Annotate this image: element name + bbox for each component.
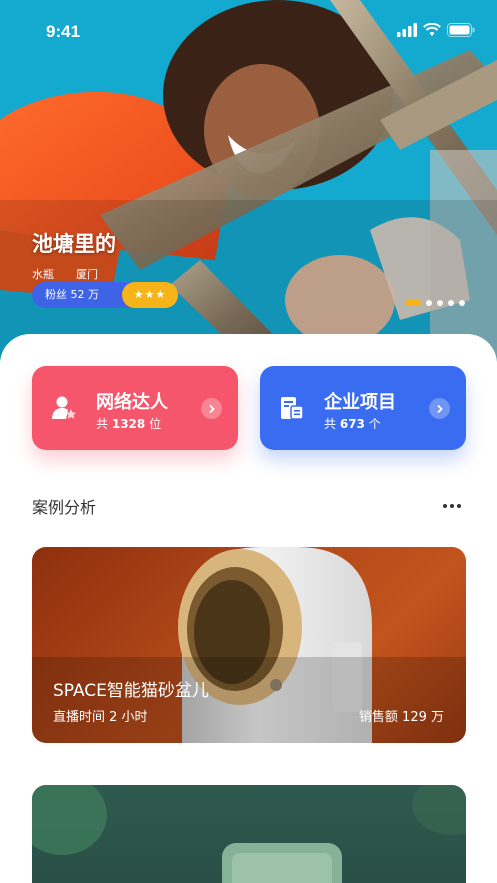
product-image — [32, 785, 466, 883]
card-count: 共 673 个 — [324, 417, 381, 431]
user-star-icon — [52, 396, 77, 419]
star-rating-badge: ★★★ — [122, 282, 178, 308]
case-card[interactable]: SPACE智能猫砂盆儿 直播时间 2 小时 销售额 129 万 — [32, 547, 466, 743]
status-icons — [397, 23, 475, 37]
influencer-category-card[interactable]: 网络达人 共 1328 位 — [32, 366, 238, 450]
status-bar: 9:41 — [0, 0, 497, 62]
case-card[interactable] — [32, 785, 466, 883]
carousel-dot[interactable] — [405, 300, 421, 306]
tag-city: 厦门 — [76, 268, 98, 281]
chevron-right-icon[interactable] — [201, 398, 222, 419]
more-options-icon[interactable] — [440, 500, 464, 512]
case-sales: 销售额 129 万 — [358, 710, 444, 725]
influencer-name: 池塘里的 — [32, 232, 116, 256]
carousel-dot[interactable] — [448, 300, 454, 306]
wifi-icon — [423, 23, 441, 36]
influencer-badges: 粉丝 52 万 ★★★ — [32, 282, 178, 308]
enterprise-category-card[interactable]: 企业项目 共 673 个 — [260, 366, 466, 450]
battery-icon — [447, 23, 475, 37]
influencer-tags: 水瓶 厦门 — [32, 266, 116, 282]
section-title: 案例分析 — [32, 498, 97, 517]
category-cards: 网络达人 共 1328 位 企业项目 共 673 个 — [32, 366, 466, 450]
carousel-indicator[interactable] — [405, 300, 465, 306]
case-title: SPACE智能猫砂盆儿 — [53, 681, 209, 701]
carousel-dot[interactable] — [426, 300, 432, 306]
card-count: 共 1328 位 — [96, 417, 162, 431]
tag-zodiac: 水瓶 — [32, 268, 54, 281]
card-title: 企业项目 — [324, 392, 396, 413]
hero-banner[interactable]: 9:41 池塘里的 水瓶 厦门 粉丝 52 万 ★★★ — [0, 0, 497, 362]
carousel-dot[interactable] — [437, 300, 443, 306]
influencer-info[interactable]: 池塘里的 水瓶 厦门 粉丝 52 万 ★★★ — [32, 228, 178, 308]
chevron-right-icon[interactable] — [429, 398, 450, 419]
document-list-icon — [281, 397, 304, 420]
status-time: 9:41 — [46, 22, 81, 41]
signal-icon — [397, 23, 417, 37]
card-title: 网络达人 — [96, 392, 168, 413]
case-live-duration: 直播时间 2 小时 — [53, 710, 148, 725]
carousel-dot[interactable] — [459, 300, 465, 306]
